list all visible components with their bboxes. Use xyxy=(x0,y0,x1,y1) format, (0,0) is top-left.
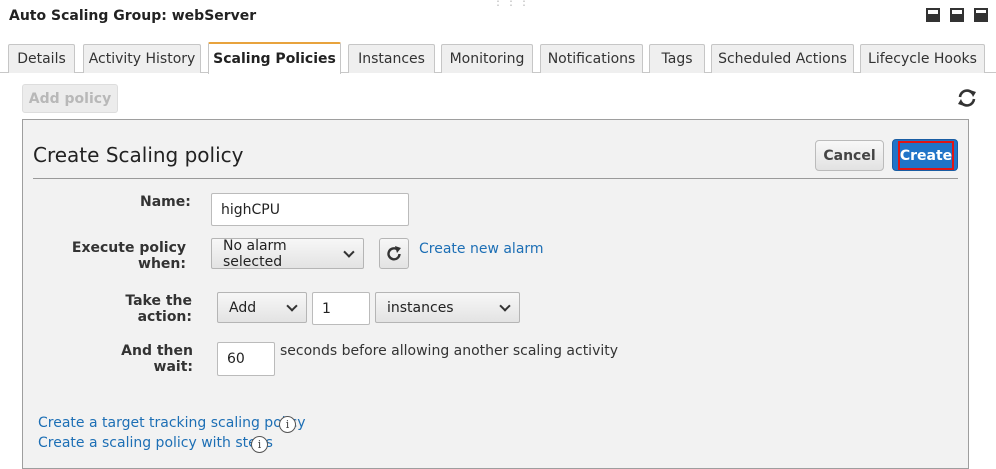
tab-details[interactable]: Details xyxy=(8,44,75,73)
drag-handle[interactable]: ⋮⋮⋮ xyxy=(492,0,531,8)
tab-lifecycle-hooks[interactable]: Lifecycle Hooks xyxy=(860,44,985,73)
refresh-icon xyxy=(387,245,401,260)
wait-suffix-text: seconds before allowing another scaling … xyxy=(280,343,619,359)
restore-icon[interactable] xyxy=(950,8,964,22)
panel-divider xyxy=(33,178,958,179)
target-tracking-policy-link[interactable]: Create a target tracking scaling policy xyxy=(38,415,306,431)
tab-scheduled-actions[interactable]: Scheduled Actions xyxy=(711,44,854,73)
execute-label: Execute policy when: xyxy=(71,240,186,272)
tab-scaling-policies[interactable]: Scaling Policies xyxy=(208,42,341,74)
tab-instances[interactable]: Instances xyxy=(348,44,435,73)
action-type-value: Add xyxy=(229,299,257,316)
create-button-label: Create xyxy=(898,141,954,170)
tab-monitoring[interactable]: Monitoring xyxy=(441,44,533,73)
name-label: Name: xyxy=(140,194,191,210)
info-icon[interactable]: i xyxy=(251,436,268,453)
refresh-alarms-button[interactable] xyxy=(379,238,409,269)
chevron-down-icon xyxy=(499,299,511,312)
alarm-select[interactable]: No alarm selected xyxy=(211,237,364,270)
create-new-alarm-link[interactable]: Create new alarm xyxy=(419,241,544,257)
tab-notifications[interactable]: Notifications xyxy=(540,44,643,73)
cancel-button[interactable]: Cancel xyxy=(815,140,884,171)
panel-title: Create Scaling policy xyxy=(33,143,244,167)
tab-tags[interactable]: Tags xyxy=(649,44,705,73)
alarm-select-value: No alarm selected xyxy=(223,237,287,270)
wait-label: And then wait: xyxy=(121,343,193,375)
wait-seconds-input[interactable]: 60 xyxy=(217,342,275,376)
window-title: Auto Scaling Group: webServer xyxy=(9,8,257,24)
name-input[interactable]: highCPU xyxy=(211,193,409,226)
maximize-icon[interactable] xyxy=(974,8,988,22)
create-button[interactable]: Create xyxy=(892,139,958,171)
action-unit-value: instances xyxy=(387,299,454,316)
info-icon[interactable]: i xyxy=(279,416,296,433)
action-count-input[interactable]: 1 xyxy=(312,292,370,325)
tab-activity-history[interactable]: Activity History xyxy=(83,44,201,73)
step-scaling-policy-link[interactable]: Create a scaling policy with steps xyxy=(38,435,273,451)
action-label: Take the action: xyxy=(125,293,192,325)
add-policy-button[interactable]: Add policy xyxy=(22,84,118,113)
minimize-icon[interactable] xyxy=(926,8,940,22)
action-unit-select[interactable]: instances xyxy=(375,292,520,323)
chevron-down-icon xyxy=(286,299,298,312)
refresh-icon[interactable] xyxy=(956,88,978,108)
action-type-select[interactable]: Add xyxy=(217,292,307,323)
